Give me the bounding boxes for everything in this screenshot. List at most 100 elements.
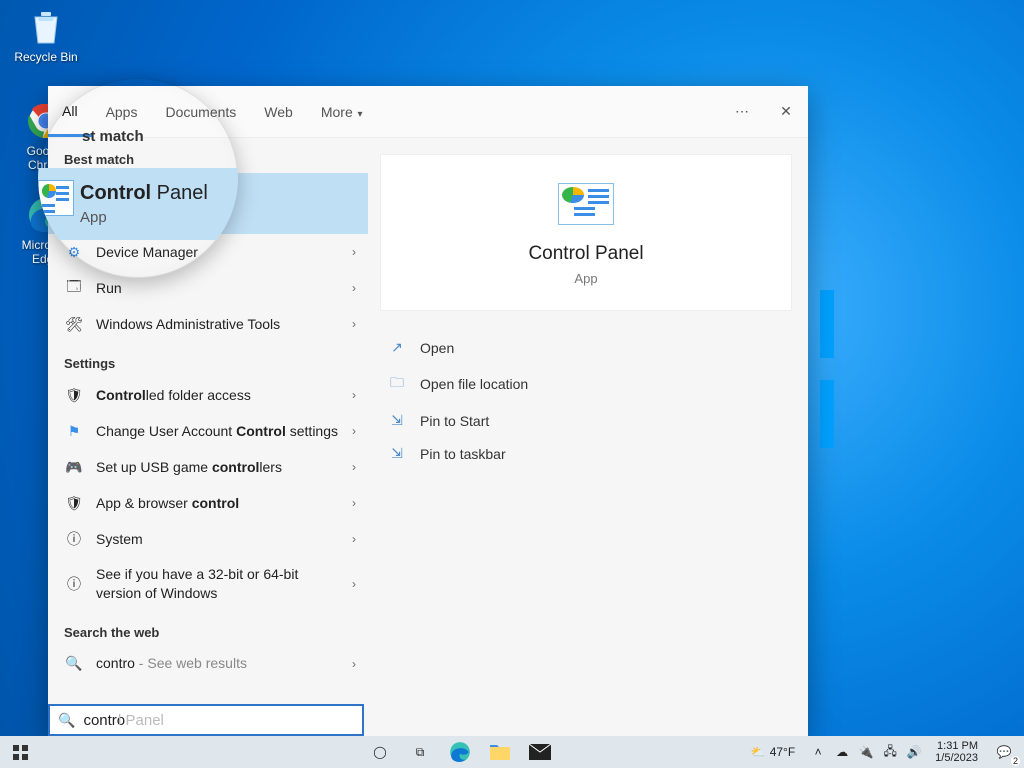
control-panel-icon	[558, 183, 614, 225]
search-icon: 🔍	[58, 712, 75, 729]
tray-onedrive-icon[interactable]: ☁	[833, 745, 851, 759]
chevron-right-icon: ›	[352, 577, 356, 591]
taskbar-file-explorer[interactable]	[480, 736, 520, 768]
control-panel-icon	[64, 186, 100, 222]
chevron-down-icon: ▾	[355, 109, 363, 120]
taskbar-edge[interactable]	[440, 736, 480, 768]
info-icon: ⓘ	[64, 529, 84, 549]
taskbar-search-box[interactable]: 🔍 l Panel	[48, 704, 364, 736]
result-system[interactable]: ⓘ System ›	[48, 521, 368, 557]
action-open-file-location[interactable]: 🗀 Open file location	[380, 364, 792, 404]
desktop-icon-label: Recycle Bin	[14, 50, 77, 64]
chevron-right-icon: ›	[352, 424, 356, 438]
action-label: Pin to taskbar	[420, 446, 506, 462]
result-game-controllers[interactable]: 🎮 Set up USB game controllers ›	[48, 449, 368, 485]
info-icon: ⓘ	[64, 574, 84, 594]
result-admin-tools[interactable]: 🛠 Windows Administrative Tools ›	[48, 306, 368, 342]
clock-date: 1/5/2023	[935, 752, 978, 764]
result-controlled-folder-access[interactable]: 🛡 Controlled folder access ›	[48, 377, 368, 413]
preview-card: Control Panel App	[380, 154, 792, 311]
search-icon: 🔍	[64, 654, 84, 674]
gear-icon: ⚙	[64, 242, 84, 262]
tab-more[interactable]: More ▾	[307, 88, 377, 135]
result-label: Run	[96, 279, 352, 298]
open-icon: ↗	[386, 339, 408, 356]
best-match-result[interactable]: Control Panel App	[48, 173, 368, 234]
clock-time: 1:31 PM	[935, 740, 978, 752]
pin-icon: ⇲	[386, 412, 408, 429]
tray-chevron-up-icon[interactable]: ˄	[809, 745, 827, 759]
system-tray: ˄ ☁ 🔌 🖧 🔊	[803, 742, 929, 763]
preview-title: Control Panel	[401, 243, 771, 265]
accent-stripe	[820, 290, 834, 358]
result-app-browser-control[interactable]: 🛡 App & browser control ›	[48, 485, 368, 521]
tab-apps[interactable]: Apps	[92, 88, 152, 135]
result-label: contro - See web results	[96, 654, 352, 673]
results-left-column: Best match Control Panel App ⚙ Device Ma…	[48, 138, 368, 736]
taskbar-weather[interactable]: ⛅ 47°F	[743, 745, 803, 759]
best-match-subtitle: App	[114, 207, 217, 222]
search-tabs: All Apps Documents Web More ▾ ⋯ ✕	[48, 86, 808, 138]
result-uac-settings[interactable]: ⚑ Change User Account Control settings ›	[48, 413, 368, 449]
start-button[interactable]	[0, 736, 40, 768]
action-label: Open	[420, 340, 454, 356]
chevron-right-icon: ›	[352, 460, 356, 474]
chevron-right-icon: ›	[352, 317, 356, 331]
tab-more-label: More	[321, 104, 353, 120]
tab-all[interactable]: All	[48, 87, 92, 137]
taskbar-cortana[interactable]: ◯	[360, 736, 400, 768]
recycle-bin-icon	[25, 6, 67, 48]
result-label: Device Manager	[96, 243, 352, 262]
taskbar: ◯ ⧉ ⛅ 47°F ˄ ☁ 🔌 🖧 🔊 1:31 PM 1/5/2023 💬2	[0, 736, 1024, 768]
taskbar-mail[interactable]	[520, 736, 560, 768]
desktop-icon-recycle-bin[interactable]: Recycle Bin	[8, 6, 84, 64]
section-search-web: Search the web	[48, 611, 368, 646]
taskbar-task-view[interactable]: ⧉	[400, 736, 440, 768]
action-label: Open file location	[420, 376, 528, 392]
more-options-button[interactable]: ⋯	[720, 103, 764, 120]
action-pin-to-start[interactable]: ⇲ Pin to Start	[380, 404, 792, 437]
result-label: Controlled folder access	[96, 386, 352, 405]
weather-temp: 47°F	[770, 745, 795, 759]
result-label: App & browser control	[96, 494, 352, 513]
result-system-type[interactable]: ⓘ See if you have a 32-bit or 64-bit ver…	[48, 557, 368, 611]
best-match-title: Control Panel	[114, 185, 217, 205]
controller-icon: 🎮	[64, 457, 84, 477]
result-label: System	[96, 530, 352, 549]
tray-volume-icon[interactable]: 🔊	[905, 745, 923, 759]
weather-icon: ⛅	[751, 745, 766, 759]
result-device-manager[interactable]: ⚙ Device Manager ›	[48, 234, 368, 270]
result-label: Windows Administrative Tools	[96, 315, 352, 334]
action-pin-to-taskbar[interactable]: ⇲ Pin to taskbar	[380, 437, 792, 470]
chevron-right-icon: ›	[352, 245, 356, 259]
tray-network-icon[interactable]: 🖧	[881, 742, 899, 763]
taskbar-clock[interactable]: 1:31 PM 1/5/2023	[929, 740, 984, 764]
search-input[interactable]	[83, 712, 354, 729]
close-button[interactable]: ✕	[764, 103, 808, 120]
tools-icon: 🛠	[64, 314, 84, 334]
tray-battery-icon[interactable]: 🔌	[857, 745, 875, 759]
preview-subtitle: App	[401, 271, 771, 286]
shield-icon: 🛡	[64, 385, 84, 405]
result-label: Change User Account Control settings	[96, 422, 352, 441]
taskbar-action-center[interactable]: 💬2	[984, 736, 1024, 768]
chevron-right-icon: ›	[352, 496, 356, 510]
chevron-right-icon: ›	[352, 281, 356, 295]
section-best-match: Best match	[48, 138, 368, 173]
tab-web[interactable]: Web	[250, 88, 307, 135]
action-label: Pin to Start	[420, 413, 489, 429]
chevron-right-icon: ›	[352, 657, 356, 671]
accent-stripe	[820, 380, 834, 448]
action-open[interactable]: ↗ Open	[380, 331, 792, 364]
flag-icon: ⚑	[64, 421, 84, 441]
shield-icon: 🛡	[64, 493, 84, 513]
folder-icon: 🗀	[386, 372, 408, 396]
result-run[interactable]: 🗔 Run ›	[48, 270, 368, 306]
start-search-panel: All Apps Documents Web More ▾ ⋯ ✕ Best m…	[48, 86, 808, 736]
result-preview-column: Control Panel App ↗ Open 🗀 Open file loc…	[368, 138, 808, 736]
result-web-search[interactable]: 🔍 contro - See web results ›	[48, 646, 368, 682]
tab-documents[interactable]: Documents	[151, 88, 250, 135]
run-icon: 🗔	[64, 278, 84, 298]
pin-icon: ⇲	[386, 445, 408, 462]
result-label: Set up USB game controllers	[96, 458, 352, 477]
